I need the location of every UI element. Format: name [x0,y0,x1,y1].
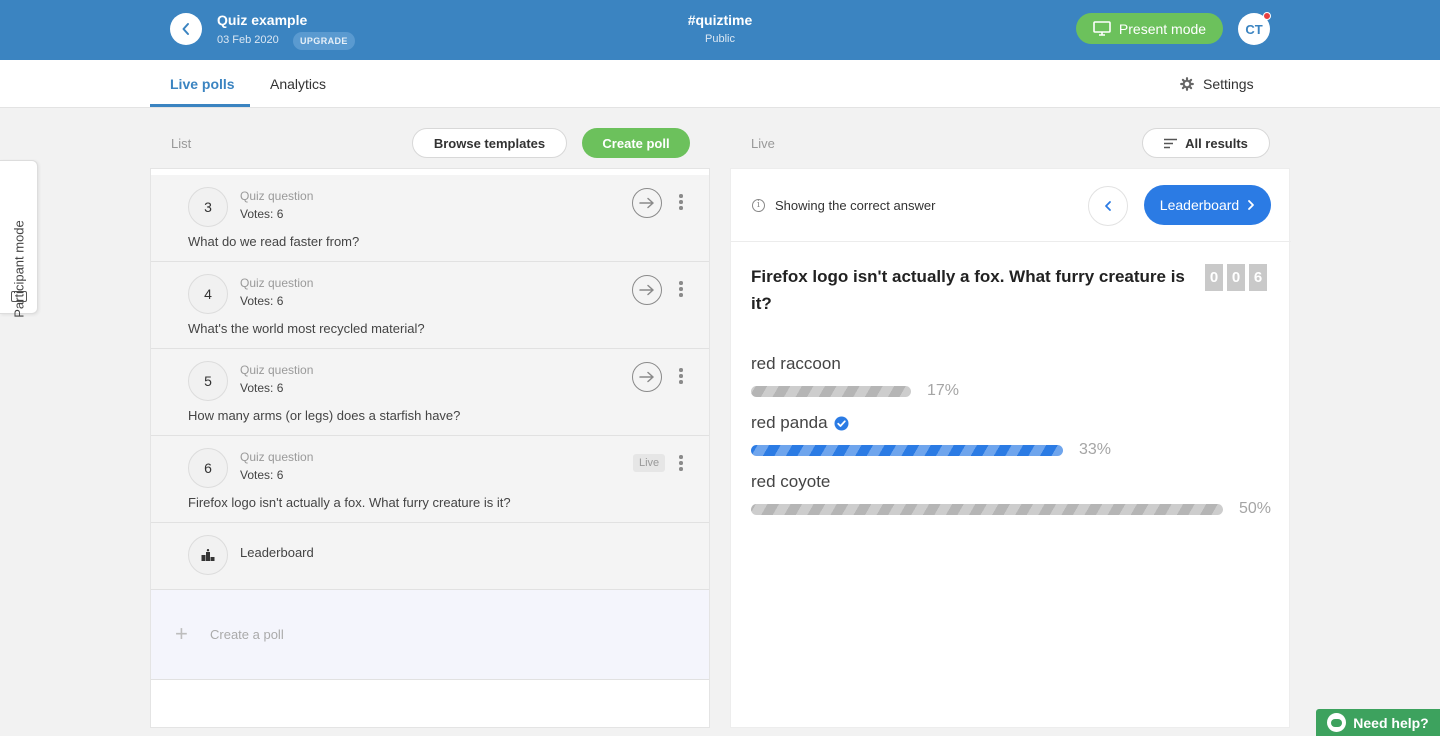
vote-counter: 0 0 6 [1205,264,1267,291]
settings-label: Settings [1203,76,1254,92]
counter-digit: 6 [1249,264,1267,291]
counter-digit: 0 [1205,264,1223,291]
poll-votes: Votes: 6 [240,207,284,221]
event-title: Quiz example [217,12,308,28]
poll-votes: Votes: 6 [240,381,284,395]
leaderboard-item[interactable]: Leaderboard [151,523,709,590]
chevron-left-icon [182,23,189,35]
arrow-right-icon [639,371,654,383]
back-button[interactable] [170,13,202,45]
info-icon: i [752,199,765,212]
more-options-icon[interactable] [678,368,684,384]
poll-number: 5 [188,361,228,401]
monitor-icon [1093,21,1111,36]
more-options-icon[interactable] [678,281,684,297]
event-date: 03 Feb 2020 [217,34,279,46]
poll-question: What's the world most recycled material? [188,321,425,336]
phone-icon [11,291,27,302]
create-poll-button[interactable]: Create poll [582,128,690,158]
participant-mode-toggle[interactable]: Participant mode [0,160,38,318]
answer-option-percent: 33% [1079,441,1112,458]
answer-option-label: red panda [751,413,849,433]
answer-option-bar [751,504,1223,515]
activate-poll-button[interactable] [632,275,662,305]
gear-icon [1180,77,1194,91]
activate-poll-button[interactable] [632,362,662,392]
poll-type: Quiz question [240,450,314,464]
browse-templates-button[interactable]: Browse templates [412,128,567,158]
upgrade-badge[interactable]: UPGRADE [293,32,355,50]
poll-list: 3 Quiz question Votes: 6 What do we read… [150,168,710,728]
create-poll-row-label: Create a poll [210,627,284,642]
filter-lines-icon [1164,138,1178,148]
poll-number: 4 [188,274,228,314]
event-code: #quiztime [687,12,753,28]
leaderboard-label: Leaderboard [240,545,314,560]
live-badge: Live [633,454,666,472]
poll-question: Firefox logo isn't actually a fox. What … [188,495,511,510]
activate-poll-button[interactable] [632,188,662,218]
answer-option-label: red raccoon [751,354,841,373]
live-section-label: Live [751,136,775,151]
live-panel: i Showing the correct answer Leaderboard… [730,168,1291,728]
chevron-right-icon [1248,200,1255,210]
more-options-icon[interactable] [678,455,684,471]
tab-live-polls[interactable]: Live polls [170,60,235,108]
answer-option-bar [751,445,1063,456]
top-bar: Quiz example 03 Feb 2020 UPGRADE #quizti… [0,0,1440,60]
need-help-label: Need help? [1353,714,1429,731]
chevron-left-icon [1105,201,1111,211]
participant-mode-label: Participant mode [11,220,27,318]
poll-number: 6 [188,448,228,488]
event-visibility: Public [705,33,735,45]
counter-digit: 0 [1227,264,1245,291]
all-results-label: All results [1185,135,1248,151]
poll-votes: Votes: 6 [240,468,284,482]
poll-item[interactable]: 3 Quiz question Votes: 6 What do we read… [151,175,709,262]
correct-answer-label: Showing the correct answer [775,198,936,213]
chat-bubble-icon [1327,713,1347,732]
poll-type: Quiz question [240,363,314,377]
answer-option-percent: 17% [927,382,960,399]
podium-icon [188,535,228,575]
answer-option-label: red coyote [751,472,831,491]
plus-icon: + [175,621,188,646]
need-help-button[interactable]: Need help? [1316,709,1440,736]
leaderboard-button-label: Leaderboard [1159,197,1240,213]
present-mode-label: Present mode [1118,20,1207,37]
list-section-label: List [171,136,192,151]
arrow-right-icon [639,284,654,296]
more-options-icon[interactable] [678,194,684,210]
poll-votes: Votes: 6 [240,294,284,308]
poll-question: How many arms (or legs) does a starfish … [188,408,461,423]
poll-question: What do we read faster from? [188,234,360,249]
create-poll-row[interactable]: + Create a poll [151,590,709,680]
poll-type: Quiz question [240,189,314,203]
arrow-right-icon [639,197,654,209]
poll-number: 3 [188,187,228,227]
poll-item[interactable]: 5 Quiz question Votes: 6 How many arms (… [151,349,709,436]
correct-check-icon [834,416,849,430]
poll-item-live[interactable]: 6 Quiz question Votes: 6 Firefox logo is… [151,436,709,523]
poll-item[interactable]: 4 Quiz question Votes: 6 What's the worl… [151,262,709,349]
previous-poll-button[interactable] [1088,186,1128,226]
leaderboard-button[interactable]: Leaderboard [1144,185,1271,225]
answer-option-percent: 50% [1239,500,1272,517]
notification-dot [1263,12,1271,20]
present-mode-button[interactable]: Present mode [1076,13,1223,44]
poll-type: Quiz question [240,276,314,290]
tab-bar: Live polls Analytics Settings [0,60,1440,108]
all-results-button[interactable]: All results [1142,128,1270,158]
answer-option-bar [751,386,911,397]
tab-analytics[interactable]: Analytics [270,60,326,108]
live-question: Firefox logo isn't actually a fox. What … [751,267,1185,313]
live-panel-header: i Showing the correct answer Leaderboard [731,169,1291,242]
active-tab-indicator [150,104,250,107]
settings-button[interactable]: Settings [1180,60,1254,108]
